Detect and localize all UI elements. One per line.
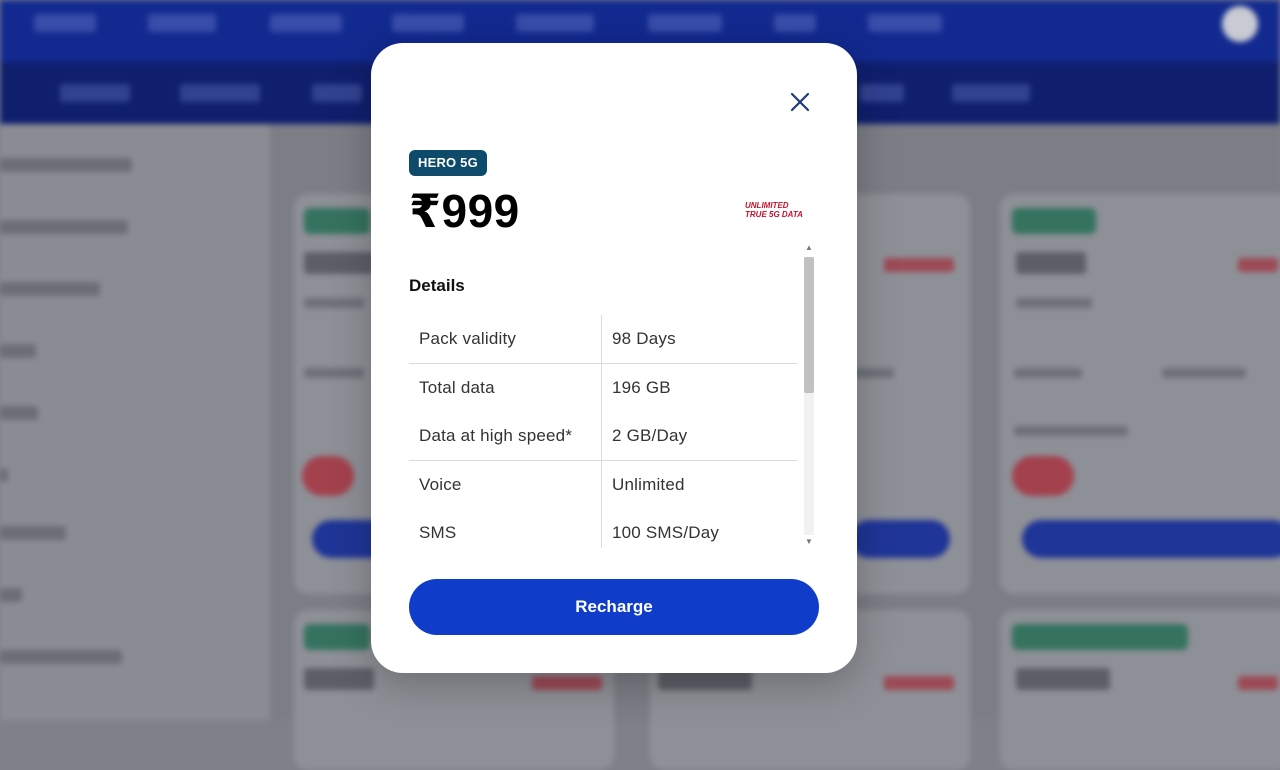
scroll-down-icon[interactable]: ▼ <box>804 537 814 547</box>
unlimited-5g-tag-line1: UNLIMITED <box>745 201 789 210</box>
unlimited-5g-tag: UNLIMITED TRUE 5G DATA <box>745 201 821 219</box>
close-button[interactable] <box>785 87 815 117</box>
detail-label: Data at high speed* <box>409 412 602 461</box>
table-row: Total data 196 GB <box>409 363 797 412</box>
scroll-thumb[interactable] <box>804 257 814 393</box>
detail-value: Unlimited <box>612 475 685 494</box>
table-row: SMS 100 SMS/Day <box>409 509 797 548</box>
avatar <box>1222 6 1258 42</box>
plan-price: ₹999 <box>409 185 520 237</box>
details-table: Pack validity 98 Days Total data 196 GB … <box>409 315 797 548</box>
detail-label: Pack validity <box>409 315 602 364</box>
table-row: Voice Unlimited <box>409 460 797 509</box>
detail-label: Total data <box>409 363 602 412</box>
scroll-track[interactable] <box>804 257 814 535</box>
unlimited-5g-tag-line2: TRUE 5G DATA <box>745 210 803 219</box>
table-row: Data at high speed* 2 GB/Day <box>409 412 797 461</box>
plan-details-modal: HERO 5G ₹999 UNLIMITED TRUE 5G DATA Deta… <box>371 43 857 673</box>
detail-label: Voice <box>409 460 602 509</box>
details-scrollbar[interactable]: ▲ ▼ <box>801 243 817 549</box>
detail-label: SMS <box>409 509 602 548</box>
scroll-up-icon[interactable]: ▲ <box>804 243 814 253</box>
table-row: Pack validity 98 Days <box>409 315 797 364</box>
details-heading: Details <box>409 276 465 295</box>
detail-value: 2 GB/Day <box>601 412 797 461</box>
recharge-button[interactable]: Recharge <box>409 579 819 635</box>
plan-badge: HERO 5G <box>409 150 487 176</box>
close-icon <box>790 92 810 112</box>
details-scroll-area[interactable]: Pack validity 98 Days Total data 196 GB … <box>409 315 797 548</box>
detail-value: 100 SMS/Day <box>612 523 720 542</box>
detail-value: 98 Days <box>601 315 797 364</box>
sidebar <box>0 124 270 720</box>
detail-value: 196 GB <box>612 378 671 397</box>
